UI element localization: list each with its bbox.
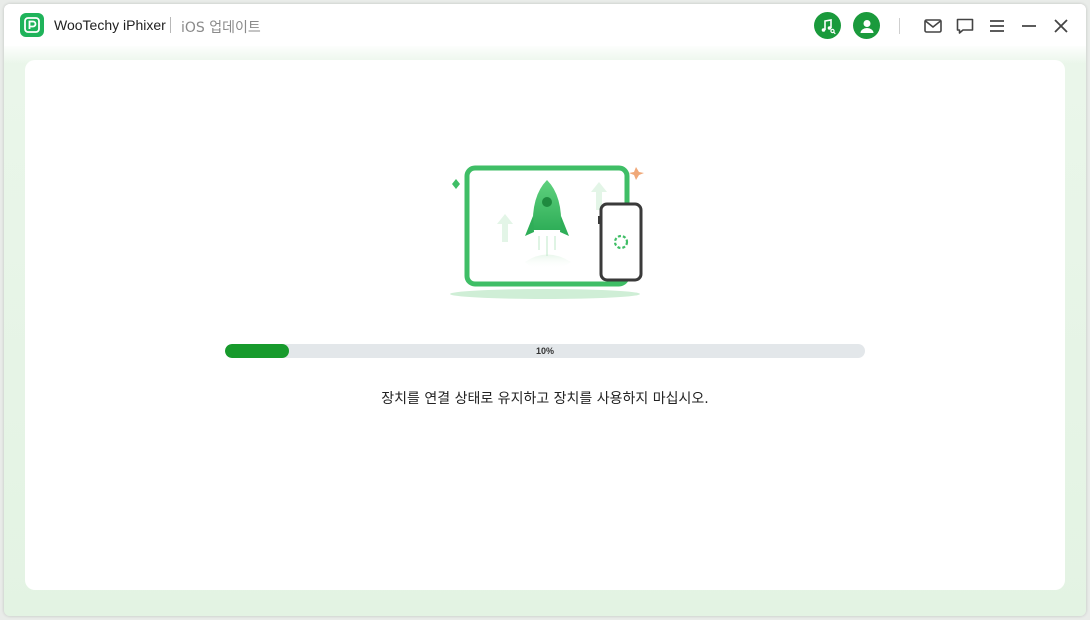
account-icon[interactable]	[853, 12, 880, 39]
status-message: 장치를 연결 상태로 유지하고 장치를 사용하지 마십시오.	[381, 391, 709, 407]
update-illustration	[435, 152, 655, 302]
close-icon[interactable]	[1049, 14, 1073, 38]
main-content: 10% 장치를 연결 상태로 유지하고 장치를 사용하지 마십시오.	[25, 60, 1065, 590]
menu-icon[interactable]	[985, 14, 1009, 38]
title-divider	[170, 17, 171, 33]
icon-divider	[899, 18, 900, 34]
title-bar: WooTechy iPhixer iOS 업데이트	[4, 4, 1086, 46]
progress-percentage: 10%	[535, 346, 554, 356]
music-search-icon[interactable]	[814, 12, 841, 39]
app-window: WooTechy iPhixer iOS 업데이트 10% 장치를 연결 상태로…	[4, 4, 1086, 616]
minimize-icon[interactable]	[1017, 14, 1041, 38]
progress-bar: 10%	[225, 344, 865, 358]
app-name: WooTechy iPhixer	[54, 17, 166, 33]
mail-icon[interactable]	[921, 14, 945, 38]
app-logo-icon	[20, 13, 44, 37]
feedback-icon[interactable]	[953, 14, 977, 38]
section-title: iOS 업데이트	[181, 20, 261, 36]
